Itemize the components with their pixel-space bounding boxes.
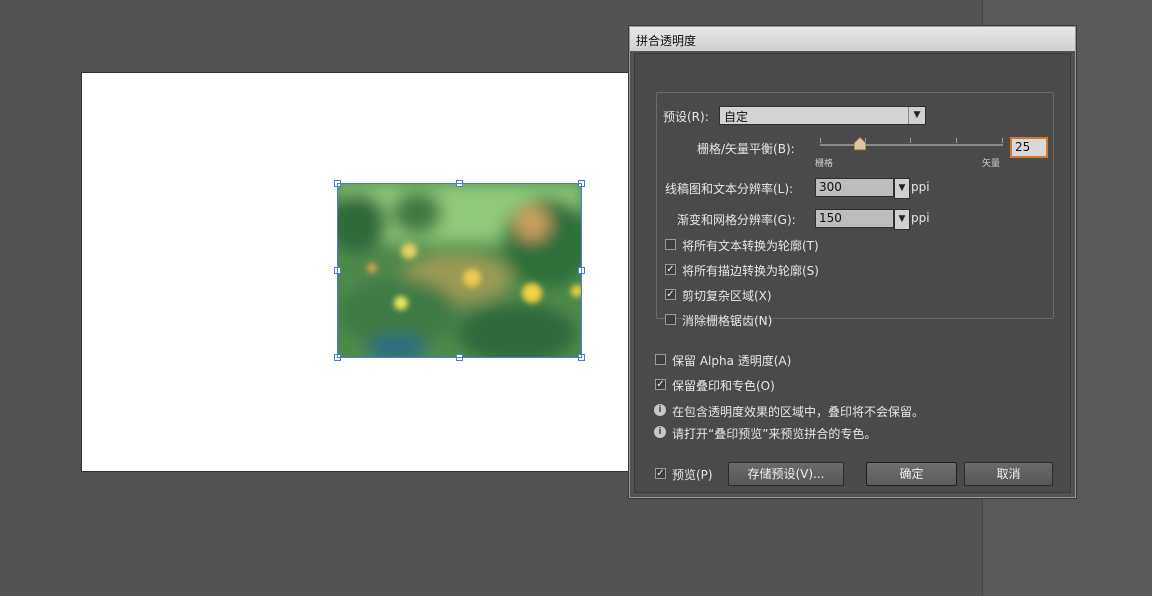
slider-thumb-icon[interactable] — [854, 137, 866, 151]
line-art-unit: ppi — [911, 180, 930, 194]
preview-label[interactable]: 预览(P) — [672, 466, 713, 483]
dropdown-arrow-icon[interactable]: ▼ — [894, 178, 910, 199]
preset-label: 预设(R): — [663, 110, 709, 124]
cancel-button[interactable]: 取消 — [964, 462, 1053, 486]
info-icon: i — [654, 426, 666, 438]
slider-tick — [956, 138, 957, 143]
convert-strokes-checkbox[interactable]: ✓ — [665, 264, 676, 275]
clip-complex-label[interactable]: 剪切复杂区域(X) — [682, 287, 772, 304]
info-message-2: 请打开“叠印预览”来预览拼合的专色。 — [672, 427, 877, 441]
ok-button[interactable]: 确定 — [866, 462, 957, 486]
selection-bounding-box — [337, 183, 582, 358]
clip-complex-checkbox[interactable]: ✓ — [665, 289, 676, 300]
gradient-resolution-input[interactable]: 150 ▼ — [815, 209, 910, 230]
slider-tick — [1002, 138, 1003, 143]
info-icon: i — [654, 404, 666, 416]
dialog-titlebar[interactable]: 拼合透明度 — [630, 27, 1075, 51]
line-art-resolution-label: 线稿图和文本分辨率(L): — [665, 182, 794, 196]
preset-value: 自定 — [724, 110, 749, 124]
preview-checkbox[interactable]: ✓ — [655, 468, 666, 479]
preset-settings-group — [656, 92, 1054, 319]
preserve-overprint-checkbox[interactable]: ✓ — [655, 379, 666, 390]
convert-strokes-label[interactable]: 将所有描边转换为轮廓(S) — [682, 262, 819, 279]
balance-min-label: 栅格 — [815, 159, 834, 169]
gradient-resolution-label: 渐变和网格分辨率(G): — [677, 213, 796, 227]
line-art-resolution-value: 300 — [819, 180, 842, 194]
balance-max-label: 矢量 — [982, 159, 1001, 169]
info-message-1: 在包含透明度效果的区域中，叠印将不会保留。 — [672, 405, 925, 419]
gradient-resolution-value: 150 — [819, 211, 842, 225]
gradient-unit: ppi — [911, 211, 930, 225]
anti-alias-label[interactable]: 消除栅格锯齿(N) — [682, 312, 772, 329]
balance-label: 栅格/矢量平衡(B): — [697, 142, 795, 156]
slider-tick — [910, 138, 911, 143]
preserve-alpha-label[interactable]: 保留 Alpha 透明度(A) — [672, 352, 791, 369]
balance-value: 25 — [1015, 140, 1031, 154]
flatten-transparency-dialog: 拼合透明度 预设(R): 自定 ▼ 栅格/矢量平衡(B): 栅格 矢量 25 线… — [629, 26, 1076, 498]
preset-dropdown[interactable]: 自定 ▼ — [719, 106, 926, 125]
convert-text-checkbox[interactable] — [665, 239, 676, 250]
anti-alias-checkbox[interactable] — [665, 314, 676, 325]
slider-tick — [820, 138, 821, 143]
convert-text-label[interactable]: 将所有文本转换为轮廓(T) — [682, 237, 819, 254]
line-art-resolution-input[interactable]: 300 ▼ — [815, 178, 910, 199]
dropdown-arrow-icon[interactable]: ▼ — [908, 107, 925, 124]
save-preset-button[interactable]: 存储预设(V)... — [728, 462, 844, 486]
preserve-alpha-checkbox[interactable] — [655, 354, 666, 365]
dropdown-arrow-icon[interactable]: ▼ — [894, 209, 910, 230]
placed-image[interactable] — [334, 180, 585, 361]
preserve-overprint-label[interactable]: 保留叠印和专色(O) — [672, 377, 775, 394]
balance-slider-track[interactable] — [820, 144, 1003, 146]
dialog-body: 预设(R): 自定 ▼ 栅格/矢量平衡(B): 栅格 矢量 25 线稿图和文本分… — [634, 53, 1071, 493]
dialog-title: 拼合透明度 — [636, 34, 697, 48]
balance-value-input[interactable]: 25 — [1010, 137, 1048, 158]
